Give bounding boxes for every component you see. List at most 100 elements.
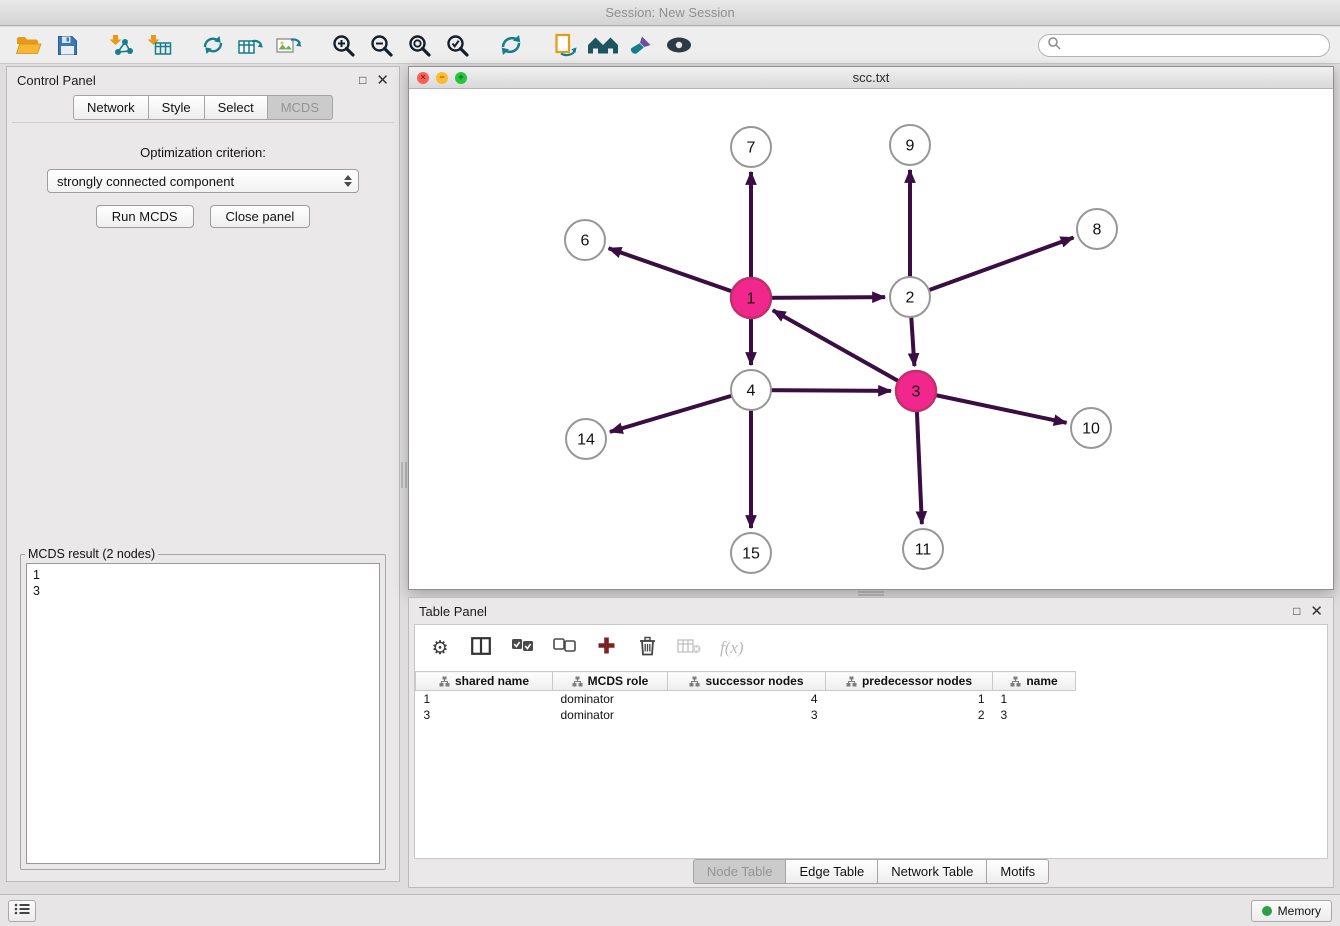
edge-2-8[interactable] [910, 238, 1074, 297]
table-settings-button[interactable]: ⚙ [429, 635, 451, 661]
column-sort-icon [572, 676, 583, 687]
function-builder-button[interactable]: f(x) [720, 635, 744, 661]
zoom-fit-button[interactable] [400, 29, 438, 61]
column-header-shared-name[interactable]: shared name [416, 672, 553, 691]
node-1[interactable]: 1 [731, 278, 771, 318]
maximize-window-button[interactable]: + [455, 72, 467, 84]
edge-4-14[interactable] [610, 390, 751, 432]
apply-style-button[interactable] [622, 29, 660, 61]
tab-network[interactable]: Network [73, 95, 149, 120]
network-window-titlebar[interactable]: × − + scc.txt [409, 67, 1333, 89]
tab-motifs[interactable]: Motifs [987, 859, 1049, 884]
run-mcds-button[interactable]: Run MCDS [96, 205, 194, 228]
style-brush-icon [629, 34, 653, 56]
mcds-result-box[interactable]: 13 [26, 563, 380, 864]
close-panel-button[interactable]: Close panel [210, 205, 311, 228]
cell-mcds-role[interactable]: dominator [553, 691, 668, 707]
open-session-button[interactable] [10, 29, 48, 61]
status-menu-button[interactable] [8, 900, 36, 922]
zoom-out-button[interactable] [362, 29, 400, 61]
select-all-rows-button[interactable] [511, 635, 534, 661]
vertical-splitter-handle[interactable] [401, 462, 407, 488]
float-table-panel-icon[interactable]: □ [1293, 605, 1300, 617]
table-panel: Table Panel □ ✕ ⚙ [408, 597, 1334, 888]
eye-icon [665, 36, 693, 54]
result-line: 1 [33, 567, 373, 583]
node-9[interactable]: 9 [890, 125, 930, 165]
cell-predecessor-nodes[interactable]: 2 [826, 707, 993, 723]
create-column-button[interactable] [595, 635, 617, 661]
toolbar-search-box[interactable] [1038, 34, 1330, 57]
deselect-all-rows-button[interactable] [553, 635, 576, 661]
toggle-graphics-details-button[interactable] [660, 29, 698, 61]
tab-select[interactable]: Select [205, 95, 268, 120]
zoom-in-button[interactable] [324, 29, 362, 61]
edge-3-10[interactable] [916, 391, 1067, 423]
result-line: 3 [33, 583, 373, 599]
fx-icon: f(x) [720, 638, 744, 658]
show-columns-button[interactable] [470, 635, 492, 661]
close-table-panel-icon[interactable]: ✕ [1310, 604, 1323, 619]
cell-name[interactable]: 3 [993, 707, 1076, 723]
import-network-button[interactable] [102, 29, 140, 61]
cell-mcds-role[interactable]: dominator [553, 707, 668, 723]
cell-predecessor-nodes[interactable]: 1 [826, 691, 993, 707]
column-header-mcds-role[interactable]: MCDS role [553, 672, 668, 691]
search-input[interactable] [1066, 38, 1321, 52]
copy-network-button[interactable] [546, 29, 584, 61]
tab-style[interactable]: Style [149, 95, 205, 120]
horizontal-splitter-handle[interactable] [858, 591, 884, 596]
criterion-dropdown[interactable]: strongly connected component [47, 169, 359, 193]
export-image-button[interactable] [270, 29, 308, 61]
node-11[interactable]: 11 [903, 529, 943, 569]
memory-button[interactable]: Memory [1251, 900, 1332, 922]
node-table-header-row: shared nameMCDS rolesuccessor nodesprede… [416, 672, 1076, 691]
column-header-predecessor-nodes[interactable]: predecessor nodes [826, 672, 993, 691]
cell-shared-name[interactable]: 3 [416, 707, 553, 723]
node-15[interactable]: 15 [731, 533, 771, 573]
node-6[interactable]: 6 [565, 220, 605, 260]
svg-text:4: 4 [747, 383, 756, 400]
close-panel-icon[interactable]: ✕ [376, 73, 389, 88]
vertical-splitter[interactable] [400, 66, 408, 850]
network-canvas[interactable]: 7 9 6 8 1 2 4 3 14 10 15 11 [409, 89, 1333, 589]
zoom-selected-button[interactable] [438, 29, 476, 61]
table-row[interactable]: 1dominator411 [416, 691, 1076, 707]
delete-table-button-disabled[interactable] [677, 635, 701, 661]
column-header-successor-nodes[interactable]: successor nodes [668, 672, 826, 691]
node-10[interactable]: 10 [1071, 408, 1111, 448]
main-toolbar [0, 27, 1340, 64]
node-3[interactable]: 3 [896, 371, 936, 411]
cell-successor-nodes[interactable]: 3 [668, 707, 826, 723]
refresh-layout-button[interactable] [492, 29, 530, 61]
node-14[interactable]: 14 [566, 419, 606, 459]
tab-edge-table[interactable]: Edge Table [786, 859, 878, 884]
save-session-button[interactable] [48, 29, 86, 61]
column-header-name[interactable]: name [993, 672, 1076, 691]
import-table-button[interactable] [140, 29, 178, 61]
edge-1-6[interactable] [609, 248, 751, 298]
minimize-window-button[interactable]: − [436, 72, 448, 84]
tab-mcds[interactable]: MCDS [268, 95, 333, 120]
home-button[interactable] [584, 29, 622, 61]
close-window-button[interactable]: × [417, 72, 429, 84]
export-table-button[interactable] [232, 29, 270, 61]
tab-network-table[interactable]: Network Table [878, 859, 987, 884]
cell-shared-name[interactable]: 1 [416, 691, 553, 707]
table-row[interactable]: 3dominator323 [416, 707, 1076, 723]
float-panel-icon[interactable]: □ [359, 74, 366, 86]
tab-node-table[interactable]: Node Table [693, 859, 787, 884]
delete-column-button[interactable] [636, 635, 658, 661]
clone-network-button[interactable] [194, 29, 232, 61]
node-4[interactable]: 4 [731, 370, 771, 410]
window-title: Session: New Session [605, 5, 734, 20]
edge-3-1[interactable] [773, 310, 916, 391]
node-2[interactable]: 2 [890, 277, 930, 317]
cell-successor-nodes[interactable]: 4 [668, 691, 826, 707]
gear-icon: ⚙ [431, 639, 448, 658]
cell-name[interactable]: 1 [993, 691, 1076, 707]
svg-text:14: 14 [577, 432, 595, 449]
edge-4-3[interactable] [751, 390, 891, 391]
node-7[interactable]: 7 [731, 127, 771, 167]
node-8[interactable]: 8 [1077, 209, 1117, 249]
